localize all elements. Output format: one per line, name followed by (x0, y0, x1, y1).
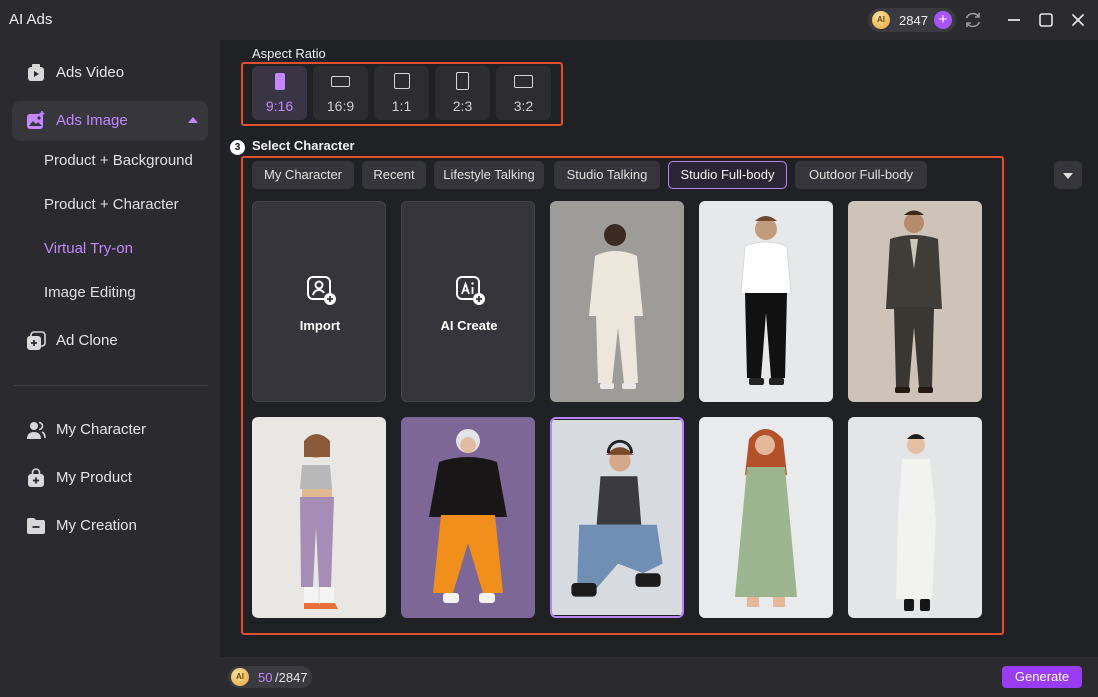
aspect-ratio-label: Aspect Ratio (252, 46, 326, 61)
sidebar-item-label: My Creation (56, 517, 137, 534)
tab-studio-full-body[interactable]: Studio Full-body (668, 161, 787, 189)
ratio-option-1-1[interactable]: 1:1 (374, 66, 429, 120)
bag-icon (28, 468, 44, 487)
tab-outdoor-full-body[interactable]: Outdoor Full-body (795, 161, 927, 189)
coin-icon: AI (872, 11, 890, 29)
import-label: Import (299, 318, 341, 333)
app-title: AI Ads (9, 11, 53, 28)
character-card[interactable] (848, 417, 982, 618)
landscape-ratio-icon (331, 76, 350, 87)
refresh-icon[interactable] (961, 8, 985, 32)
sidebar-item-ads-image[interactable]: Ads Image (12, 101, 208, 141)
ratio-label: 9:16 (265, 98, 294, 114)
title-bar: AI Ads AI 2847 + (0, 0, 1098, 40)
model-photo (699, 201, 833, 402)
portrait-ratio-icon (275, 73, 285, 90)
character-card[interactable] (699, 201, 833, 402)
sidebar-item-my-character[interactable]: My Character (12, 410, 208, 450)
ratio-label: 2:3 (452, 98, 473, 114)
credits-used: 50 (258, 670, 273, 685)
portrait-ratio-icon (456, 72, 469, 90)
landscape-ratio-icon (514, 75, 533, 88)
ai-create-label: AI Create (440, 318, 498, 333)
close-icon[interactable] (1066, 8, 1090, 32)
sidebar-item-label: Ads Image (56, 112, 128, 129)
tab-lifestyle-talking[interactable]: Lifestyle Talking (434, 161, 544, 189)
model-photo (552, 420, 682, 615)
character-card[interactable] (252, 417, 386, 618)
character-card[interactable] (550, 201, 684, 402)
ai-create-character-card[interactable]: AI Create (401, 201, 535, 402)
tab-recent[interactable]: Recent (362, 161, 426, 189)
select-character-label: Select Character (252, 138, 355, 153)
sidebar-item-label: Ad Clone (56, 332, 118, 349)
model-photo (401, 417, 535, 618)
character-card-selected[interactable] (550, 417, 684, 618)
tabs-expand-button[interactable] (1054, 161, 1082, 189)
sidebar-item-label: Ads Video (56, 64, 125, 81)
model-photo (252, 417, 386, 618)
sidebar-divider (14, 385, 208, 386)
step-number-badge: 3 (230, 140, 245, 155)
sidebar-item-label: My Character (56, 421, 147, 438)
tab-studio-talking[interactable]: Studio Talking (554, 161, 660, 189)
ratio-option-3-2[interactable]: 3:2 (496, 66, 551, 120)
ratio-label: 3:2 (513, 98, 534, 114)
model-photo (550, 201, 684, 402)
bottom-bar: AI 50 /2847 Generate (220, 657, 1098, 697)
ratio-label: 1:1 (391, 98, 412, 114)
credit-usage: AI 50 /2847 (228, 666, 312, 688)
sidebar-item-ad-clone[interactable]: Ad Clone (12, 321, 208, 361)
main-panel: Aspect Ratio 9:16 16:9 1:1 2:3 3:2 3 Sel… (220, 40, 1098, 657)
sidebar-subitem-virtual-try-on[interactable]: Virtual Try-on (44, 240, 133, 257)
ratio-option-2-3[interactable]: 2:3 (435, 66, 490, 120)
add-credits-icon[interactable]: + (934, 11, 952, 29)
model-photo (848, 417, 982, 618)
import-user-icon (307, 276, 336, 305)
minimize-icon[interactable] (1002, 8, 1026, 32)
ratio-option-16-9[interactable]: 16:9 (313, 66, 368, 120)
model-photo (848, 201, 982, 402)
ratio-option-9-16[interactable]: 9:16 (252, 66, 307, 120)
folder-icon (27, 518, 45, 534)
sidebar-item-my-creation[interactable]: My Creation (12, 506, 208, 546)
import-character-card[interactable]: Import (252, 201, 386, 402)
tab-my-character[interactable]: My Character (252, 161, 354, 189)
credits-count: 2847 (899, 13, 928, 28)
credits-balance[interactable]: AI 2847 + (868, 8, 956, 32)
ratio-label: 16:9 (326, 98, 355, 114)
chevron-up-icon (188, 117, 198, 123)
maximize-icon[interactable] (1034, 8, 1058, 32)
coin-icon: AI (231, 668, 249, 686)
sidebar-subitem-product-character[interactable]: Product + Character (44, 196, 179, 213)
character-card[interactable] (848, 201, 982, 402)
character-card[interactable] (699, 417, 833, 618)
character-card[interactable] (401, 417, 535, 618)
sidebar-item-label: My Product (56, 469, 132, 486)
ai-create-icon (456, 276, 485, 305)
video-icon (28, 64, 44, 81)
sidebar-item-my-product[interactable]: My Product (12, 458, 208, 498)
square-ratio-icon (394, 73, 410, 89)
credits-total: /2847 (275, 670, 308, 685)
image-icon (27, 111, 45, 129)
generate-button[interactable]: Generate (1002, 666, 1082, 688)
user-group-icon (27, 421, 46, 439)
sidebar-subitem-image-editing[interactable]: Image Editing (44, 284, 136, 301)
clone-icon (27, 331, 46, 350)
sidebar-item-ads-video[interactable]: Ads Video (12, 53, 208, 93)
model-photo (699, 417, 833, 618)
sidebar-subitem-product-background[interactable]: Product + Background (44, 152, 193, 169)
sidebar: Ads Video Ads Image Product + Background… (0, 40, 220, 697)
